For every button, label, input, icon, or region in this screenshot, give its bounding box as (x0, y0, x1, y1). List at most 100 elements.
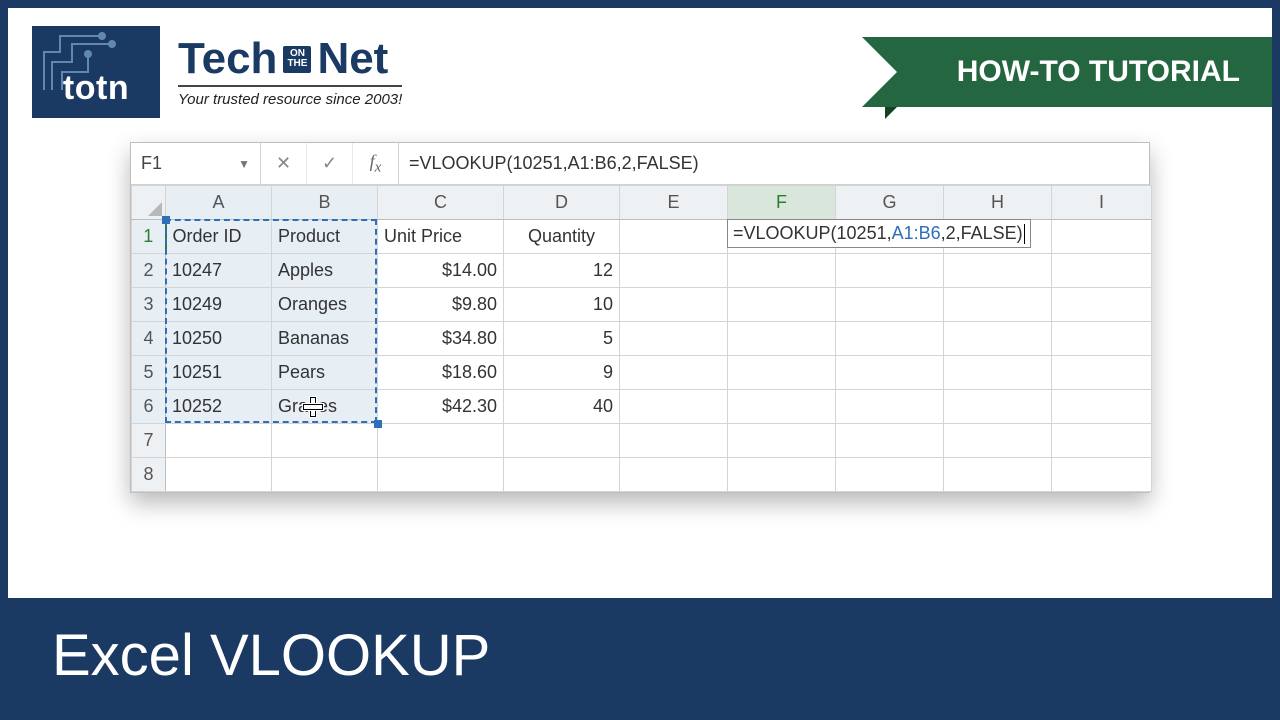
cell[interactable]: $14.00 (378, 254, 504, 288)
cell[interactable]: 9 (504, 356, 620, 390)
formula-bar: F1 ▼ ✕ ✓ fx =VLOOKUP(10251,A1:B6,2,FALSE… (131, 143, 1149, 185)
cell[interactable] (378, 458, 504, 492)
cell[interactable] (272, 458, 378, 492)
cell[interactable]: $18.60 (378, 356, 504, 390)
cell[interactable]: 5 (504, 322, 620, 356)
brand-logo: totn (32, 26, 160, 118)
cell[interactable] (1052, 220, 1152, 254)
cell[interactable] (728, 322, 836, 356)
cell[interactable] (836, 458, 944, 492)
cell[interactable] (836, 322, 944, 356)
row-header[interactable]: 4 (132, 322, 166, 356)
cell[interactable] (728, 424, 836, 458)
cell[interactable]: Product (272, 220, 378, 254)
select-all-corner[interactable] (132, 186, 166, 220)
cell[interactable]: $42.30 (378, 390, 504, 424)
cell[interactable] (1052, 356, 1152, 390)
cell[interactable]: 10250 (166, 322, 272, 356)
cell[interactable]: 10251 (166, 356, 272, 390)
row-header[interactable]: 5 (132, 356, 166, 390)
cell[interactable]: Pears (272, 356, 378, 390)
cell-editor[interactable]: =VLOOKUP(10251,A1:B6,2,FALSE) (727, 219, 1031, 248)
formula-input[interactable]: =VLOOKUP(10251,A1:B6,2,FALSE) (399, 143, 1149, 184)
cell[interactable]: Grapes (272, 390, 378, 424)
column-header[interactable]: G (836, 186, 944, 220)
cell[interactable] (1052, 424, 1152, 458)
column-header[interactable]: H (944, 186, 1052, 220)
cell[interactable] (728, 254, 836, 288)
cell[interactable] (728, 356, 836, 390)
cell[interactable] (620, 288, 728, 322)
cell[interactable] (620, 424, 728, 458)
name-box-value: F1 (141, 153, 162, 174)
cell[interactable]: Unit Price (378, 220, 504, 254)
cell[interactable] (944, 322, 1052, 356)
cell[interactable] (728, 390, 836, 424)
cell[interactable] (836, 254, 944, 288)
cell[interactable] (620, 356, 728, 390)
cell[interactable] (620, 458, 728, 492)
range-handle-tl (162, 216, 170, 224)
cell[interactable]: $9.80 (378, 288, 504, 322)
row-header[interactable]: 8 (132, 458, 166, 492)
cell[interactable] (620, 220, 728, 254)
tutorial-ribbon: HOW-TO TUTORIAL (897, 37, 1272, 107)
cell[interactable] (620, 322, 728, 356)
cell[interactable] (1052, 254, 1152, 288)
cell[interactable] (1052, 288, 1152, 322)
cell[interactable] (504, 424, 620, 458)
column-header[interactable]: C (378, 186, 504, 220)
cell[interactable] (836, 390, 944, 424)
cell[interactable] (272, 424, 378, 458)
cell[interactable] (944, 254, 1052, 288)
cell[interactable]: Order ID (166, 220, 272, 254)
cell[interactable] (944, 458, 1052, 492)
row-header[interactable]: 6 (132, 390, 166, 424)
column-header[interactable]: D (504, 186, 620, 220)
cell[interactable]: Bananas (272, 322, 378, 356)
range-handle-br (374, 420, 382, 428)
cell[interactable] (728, 288, 836, 322)
cell[interactable]: 10252 (166, 390, 272, 424)
cell[interactable] (728, 458, 836, 492)
insert-function-button[interactable]: fx (353, 143, 399, 184)
row-header[interactable]: 1 (132, 220, 166, 254)
name-box[interactable]: F1 ▼ (131, 143, 261, 184)
cell[interactable]: 10249 (166, 288, 272, 322)
row-header[interactable]: 7 (132, 424, 166, 458)
cell[interactable] (166, 458, 272, 492)
cell[interactable] (166, 424, 272, 458)
cell[interactable]: Quantity (504, 220, 620, 254)
formula-cancel-button[interactable]: ✕ (261, 143, 307, 184)
column-header[interactable]: E (620, 186, 728, 220)
column-header[interactable]: I (1052, 186, 1152, 220)
cell[interactable]: 10247 (166, 254, 272, 288)
cell[interactable] (944, 288, 1052, 322)
row-header[interactable]: 2 (132, 254, 166, 288)
cell[interactable] (620, 254, 728, 288)
cell[interactable] (1052, 458, 1152, 492)
cell[interactable]: Apples (272, 254, 378, 288)
cell[interactable]: 40 (504, 390, 620, 424)
cell[interactable] (378, 424, 504, 458)
cell[interactable] (836, 356, 944, 390)
cell[interactable] (944, 390, 1052, 424)
column-header[interactable]: B (272, 186, 378, 220)
formula-confirm-button[interactable]: ✓ (307, 143, 353, 184)
column-header[interactable]: F (728, 186, 836, 220)
cell[interactable]: $34.80 (378, 322, 504, 356)
cell[interactable] (1052, 322, 1152, 356)
row-header[interactable]: 3 (132, 288, 166, 322)
column-header[interactable]: A (166, 186, 272, 220)
cell[interactable] (944, 424, 1052, 458)
cell[interactable] (620, 390, 728, 424)
cell[interactable]: 10 (504, 288, 620, 322)
cell[interactable] (504, 458, 620, 492)
cell[interactable]: Oranges (272, 288, 378, 322)
cell[interactable]: 12 (504, 254, 620, 288)
cell[interactable] (1052, 390, 1152, 424)
cell[interactable] (836, 288, 944, 322)
cell[interactable] (944, 356, 1052, 390)
cell[interactable] (836, 424, 944, 458)
name-box-dropdown-icon[interactable]: ▼ (238, 157, 250, 171)
